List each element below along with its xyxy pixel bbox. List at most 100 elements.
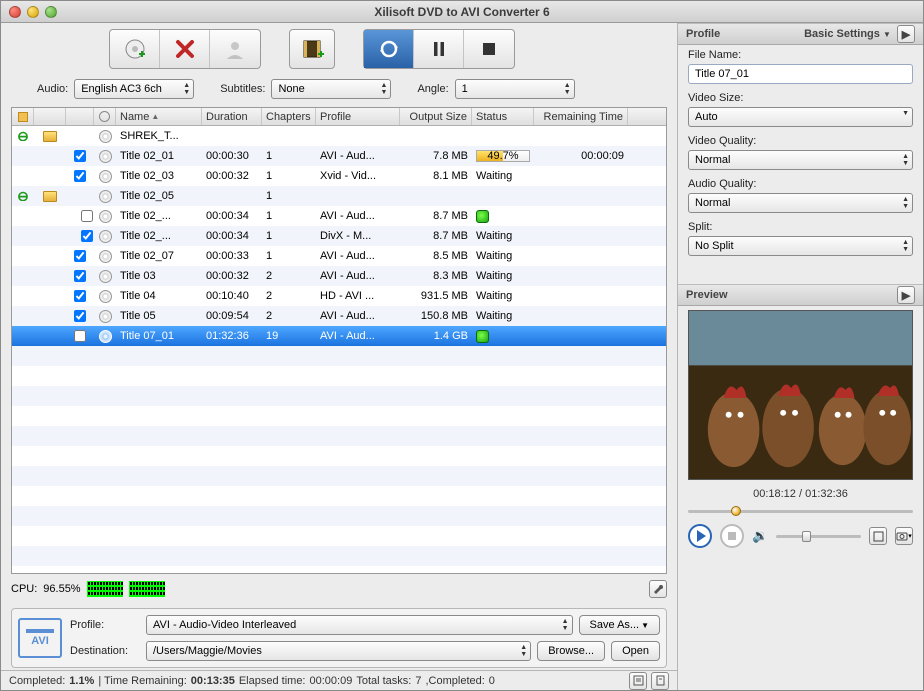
cell-name: Title 07_01 xyxy=(116,330,202,342)
clip-button[interactable] xyxy=(289,29,335,69)
table-row[interactable]: Title 02_...00:00:341DivX - M...8.7 MBWa… xyxy=(12,226,666,246)
cell-size: 8.3 MB xyxy=(400,270,472,282)
cell-name: Title 02_... xyxy=(116,230,202,242)
table-row[interactable]: Title 0400:10:402HD - AVI ...931.5 MBWai… xyxy=(12,286,666,306)
volume-slider[interactable] xyxy=(776,535,861,538)
speaker-icon[interactable]: 🔉 xyxy=(752,528,768,544)
cell-prof: Xvid - Vid... xyxy=(316,170,400,182)
disc-icon xyxy=(99,250,112,263)
destination-select[interactable]: /Users/Maggie/Movies▲▼ xyxy=(146,641,531,661)
disc-icon xyxy=(99,190,112,203)
row-checkbox[interactable] xyxy=(74,150,86,162)
cell-size: 8.7 MB xyxy=(400,230,472,242)
row-checkbox[interactable] xyxy=(74,270,86,282)
browse-button[interactable]: Browse... xyxy=(537,641,605,661)
cell-prof: AVI - Aud... xyxy=(316,210,400,222)
snapshot-button[interactable]: ▾ xyxy=(895,527,913,545)
col-outputsize[interactable]: Output Size xyxy=(400,108,472,125)
cell-size: 8.7 MB xyxy=(400,210,472,222)
table-row[interactable]: Title 07_0101:32:3619AVI - Aud...1.4 GB xyxy=(12,326,666,346)
col-status[interactable]: Status xyxy=(472,108,534,125)
stop-button[interactable] xyxy=(464,30,514,68)
table-row[interactable]: Title 02_0100:00:301AVI - Aud...7.8 MB49… xyxy=(12,146,666,166)
fullscreen-button[interactable] xyxy=(869,527,887,545)
cell-status: 49.7% xyxy=(472,150,534,162)
table-row[interactable]: Title 0500:09:542AVI - Aud...150.8 MBWai… xyxy=(12,306,666,326)
row-checkbox[interactable] xyxy=(74,310,86,322)
ready-indicator-icon xyxy=(476,210,489,223)
audioquality-select[interactable]: Normal▲▼ xyxy=(688,193,913,213)
stop-preview-button[interactable] xyxy=(720,524,744,548)
videosize-select[interactable]: Auto▼ xyxy=(688,107,913,127)
row-checkbox[interactable] xyxy=(74,290,86,302)
audio-select[interactable]: English AC3 6ch▲▼ xyxy=(74,79,194,99)
cell-status: Waiting xyxy=(472,230,534,242)
cell-prof: AVI - Aud... xyxy=(316,330,400,342)
subtitles-label: Subtitles: xyxy=(220,83,265,95)
play-button[interactable] xyxy=(688,524,712,548)
collapse-icon[interactable]: ⊖ xyxy=(17,131,29,141)
row-checkbox[interactable] xyxy=(81,230,93,242)
add-disc-button[interactable] xyxy=(110,30,160,68)
cell-name: Title 02_05 xyxy=(116,190,202,202)
log-button[interactable] xyxy=(629,672,647,690)
open-button[interactable]: Open xyxy=(611,641,660,661)
cell-name: SHREK_T... xyxy=(116,130,202,142)
row-checkbox[interactable] xyxy=(74,250,86,262)
convert-button[interactable] xyxy=(364,30,414,68)
row-checkbox[interactable] xyxy=(74,330,86,342)
cell-status: Waiting xyxy=(472,290,534,302)
ready-indicator-icon xyxy=(476,330,489,343)
angle-label: Angle: xyxy=(417,83,448,95)
cell-status xyxy=(472,330,534,343)
col-duration[interactable]: Duration xyxy=(202,108,262,125)
col-name[interactable]: Name▲ xyxy=(116,108,202,125)
profile-select[interactable]: AVI - Audio-Video Interleaved▲▼ xyxy=(146,615,573,635)
collapse-profile-button[interactable]: ▶ xyxy=(897,25,915,43)
report-button[interactable] xyxy=(651,672,669,690)
remove-button[interactable] xyxy=(160,30,210,68)
disc-icon xyxy=(99,270,112,283)
cell-size: 931.5 MB xyxy=(400,290,472,302)
cell-prof: DivX - M... xyxy=(316,230,400,242)
subtitles-select[interactable]: None▲▼ xyxy=(271,79,391,99)
cell-chap: 2 xyxy=(262,270,316,282)
table-row[interactable]: ⊖ SHREK_T... xyxy=(12,126,666,146)
cell-dur: 00:00:32 xyxy=(202,270,262,282)
cell-dur: 00:00:30 xyxy=(202,150,262,162)
angle-select[interactable]: 1▲▼ xyxy=(455,79,575,99)
row-checkbox[interactable] xyxy=(74,170,86,182)
cell-prof: HD - AVI ... xyxy=(316,290,400,302)
col-profile[interactable]: Profile xyxy=(316,108,400,125)
col-remaining[interactable]: Remaining Time xyxy=(534,108,628,125)
cell-prof: AVI - Aud... xyxy=(316,310,400,322)
filename-input[interactable] xyxy=(688,64,913,84)
folder-icon xyxy=(43,131,57,142)
row-checkbox[interactable] xyxy=(81,210,93,222)
destination-label: Destination: xyxy=(70,645,140,657)
videoquality-select[interactable]: Normal▲▼ xyxy=(688,150,913,170)
table-row[interactable]: Title 02_0700:00:331AVI - Aud...8.5 MBWa… xyxy=(12,246,666,266)
saveas-button[interactable]: Save As... ▼ xyxy=(579,615,660,635)
pause-button[interactable] xyxy=(414,30,464,68)
cell-dur: 00:00:32 xyxy=(202,170,262,182)
settings-button[interactable] xyxy=(649,580,667,598)
cell-status: Waiting xyxy=(472,310,534,322)
table-row[interactable]: ⊖Title 02_051 xyxy=(12,186,666,206)
split-select[interactable]: No Split▲▼ xyxy=(688,236,913,256)
cell-status: Waiting xyxy=(472,270,534,282)
user-button[interactable] xyxy=(210,30,260,68)
videosize-label: Video Size: xyxy=(688,92,913,104)
table-row[interactable]: Title 0300:00:322AVI - Aud...8.3 MBWaiti… xyxy=(12,266,666,286)
table-row[interactable]: Title 02_...00:00:341AVI - Aud...8.7 MB xyxy=(12,206,666,226)
table-row[interactable]: Title 02_0300:00:321Xvid - Vid...8.1 MBW… xyxy=(12,166,666,186)
cell-size: 8.1 MB xyxy=(400,170,472,182)
collapse-icon[interactable]: ⊖ xyxy=(17,191,29,201)
select-all-icon[interactable] xyxy=(18,112,28,122)
basic-settings-dropdown[interactable]: Basic Settings ▼ xyxy=(804,28,891,40)
scrub-slider[interactable] xyxy=(688,504,913,518)
collapse-preview-button[interactable]: ▶ xyxy=(897,286,915,304)
cell-status xyxy=(472,210,534,223)
cell-status: Waiting xyxy=(472,250,534,262)
col-chapters[interactable]: Chapters xyxy=(262,108,316,125)
